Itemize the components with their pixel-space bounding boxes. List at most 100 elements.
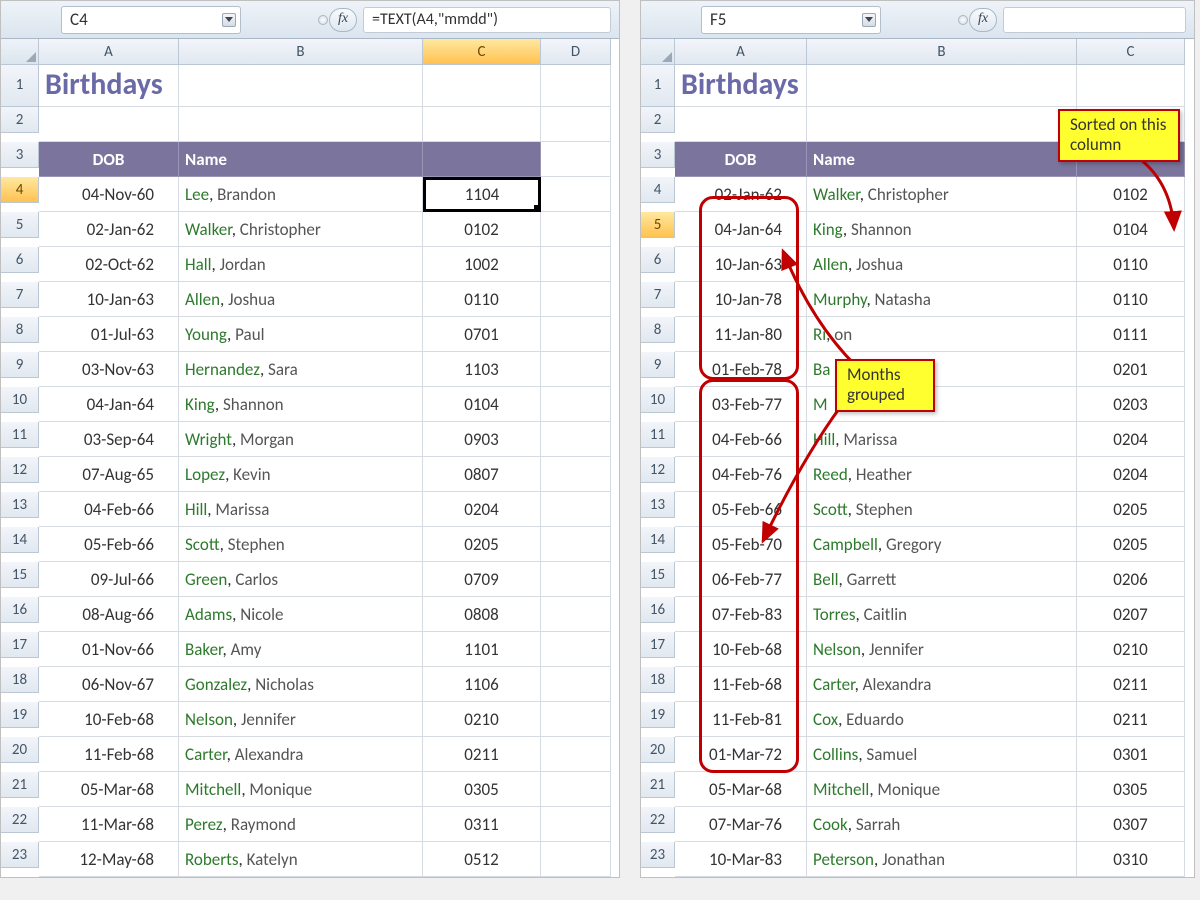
- row-header[interactable]: 17: [641, 632, 675, 658]
- row-header[interactable]: 2: [1, 107, 39, 133]
- formula-input[interactable]: =TEXT(A4,"mmdd"): [363, 7, 611, 33]
- cell[interactable]: [39, 107, 179, 142]
- cell-code[interactable]: 1104: [423, 177, 541, 212]
- row-header[interactable]: 5: [1, 212, 39, 238]
- cell-code[interactable]: 0110: [1077, 247, 1185, 282]
- cell-name[interactable]: Murphy, Natasha: [807, 282, 1077, 317]
- chevron-down-icon[interactable]: [222, 13, 236, 27]
- cell[interactable]: [541, 387, 611, 422]
- cell-dob[interactable]: 06-Feb-77: [675, 562, 807, 597]
- cell[interactable]: [541, 107, 611, 142]
- cell-name[interactable]: Hernandez, Sara: [179, 352, 423, 387]
- row-header[interactable]: 17: [1, 632, 39, 658]
- cell-name[interactable]: Green, Carlos: [179, 562, 423, 597]
- cell-dob[interactable]: 06-Nov-67: [39, 667, 179, 702]
- row-header[interactable]: 11: [1, 422, 39, 448]
- cell-code[interactable]: 1103: [423, 352, 541, 387]
- cell-name[interactable]: Young, Paul: [179, 317, 423, 352]
- cell-code[interactable]: 0903: [423, 422, 541, 457]
- row-header[interactable]: 13: [641, 492, 675, 518]
- row-header[interactable]: 19: [641, 702, 675, 728]
- cell-dob[interactable]: 01-Jul-63: [39, 317, 179, 352]
- cell-code[interactable]: 0701: [423, 317, 541, 352]
- cell-dob[interactable]: 02-Jan-62: [675, 177, 807, 212]
- cell-name[interactable]: Cox, Eduardo: [807, 702, 1077, 737]
- header-dob[interactable]: DOB: [675, 142, 807, 177]
- cell-dob[interactable]: 04-Feb-76: [675, 457, 807, 492]
- cell[interactable]: [541, 352, 611, 387]
- row-header[interactable]: 14: [1, 527, 39, 553]
- row-header[interactable]: 21: [1, 772, 39, 798]
- cell-dob[interactable]: 07-Mar-76: [675, 807, 807, 842]
- row-header[interactable]: 21: [641, 772, 675, 798]
- row-header[interactable]: 3: [1, 142, 39, 168]
- cell-dob[interactable]: 05-Mar-68: [39, 772, 179, 807]
- cell-code[interactable]: 0204: [1077, 422, 1185, 457]
- cell-dob[interactable]: 11-Feb-81: [675, 702, 807, 737]
- cell-name[interactable]: Reed, Heather: [807, 457, 1077, 492]
- cell-code[interactable]: 0204: [1077, 457, 1185, 492]
- row-header[interactable]: 22: [1, 807, 39, 833]
- cell-name[interactable]: Walker, Christopher: [807, 177, 1077, 212]
- cell-code[interactable]: 0210: [1077, 632, 1185, 667]
- cell-name[interactable]: Peterson, Jonathan: [807, 842, 1077, 877]
- cell-code[interactable]: 0110: [1077, 282, 1185, 317]
- cell-name[interactable]: Torres, Caitlin: [807, 597, 1077, 632]
- cell-code[interactable]: 0808: [423, 597, 541, 632]
- cell[interactable]: [541, 562, 611, 597]
- cell[interactable]: [675, 107, 807, 142]
- cell-name[interactable]: Walker, Christopher: [179, 212, 423, 247]
- cell-code[interactable]: 0311: [423, 807, 541, 842]
- cell[interactable]: [541, 492, 611, 527]
- cell-code[interactable]: 0301: [1077, 737, 1185, 772]
- header-code[interactable]: [423, 142, 541, 177]
- cell[interactable]: [807, 107, 1077, 142]
- worksheet-grid[interactable]: ABCD1Birthdays23DOBName404-Nov-60Lee, Br…: [1, 39, 619, 877]
- cell[interactable]: [541, 842, 611, 877]
- cell-code[interactable]: 0305: [423, 772, 541, 807]
- cell-name[interactable]: Carter, Alexandra: [179, 737, 423, 772]
- cell-dob[interactable]: 10-Jan-78: [675, 282, 807, 317]
- row-header[interactable]: 11: [641, 422, 675, 448]
- cell-dob[interactable]: 03-Feb-77: [675, 387, 807, 422]
- cell[interactable]: [541, 142, 611, 177]
- cell-name[interactable]: Baker, Amy: [179, 632, 423, 667]
- cell-name[interactable]: Campbell, Gregory: [807, 527, 1077, 562]
- cell-code[interactable]: 0104: [1077, 212, 1185, 247]
- cell-name[interactable]: Nelson, Jennifer: [179, 702, 423, 737]
- column-header-A[interactable]: A: [39, 39, 179, 65]
- cell-name[interactable]: Hall, Jordan: [179, 247, 423, 282]
- select-all-corner[interactable]: [1, 39, 39, 65]
- row-header[interactable]: 6: [641, 247, 675, 273]
- row-header[interactable]: 5: [641, 212, 675, 238]
- cell-code[interactable]: 1106: [423, 667, 541, 702]
- cell-name[interactable]: King, Shannon: [179, 387, 423, 422]
- cell[interactable]: [179, 65, 423, 107]
- cell-dob[interactable]: 01-Feb-78: [675, 352, 807, 387]
- cell-dob[interactable]: 11-Feb-68: [675, 667, 807, 702]
- row-header[interactable]: 19: [1, 702, 39, 728]
- cell-name[interactable]: Ri, on: [807, 317, 1077, 352]
- cell-name[interactable]: Lee, Brandon: [179, 177, 423, 212]
- row-header[interactable]: 10: [1, 387, 39, 413]
- cell-code[interactable]: 0709: [423, 562, 541, 597]
- cell-code[interactable]: 0211: [423, 737, 541, 772]
- cell-name[interactable]: Gonzalez, Nicholas: [179, 667, 423, 702]
- column-header-B[interactable]: B: [179, 39, 423, 65]
- row-header[interactable]: 7: [641, 282, 675, 308]
- cell-dob[interactable]: 11-Feb-68: [39, 737, 179, 772]
- cell-name[interactable]: Scott, Stephen: [179, 527, 423, 562]
- cell-dob[interactable]: 04-Jan-64: [675, 212, 807, 247]
- cell-dob[interactable]: 11-Jan-80: [675, 317, 807, 352]
- cell-code[interactable]: 0206: [1077, 562, 1185, 597]
- cell-dob[interactable]: 04-Nov-60: [39, 177, 179, 212]
- row-header[interactable]: 16: [1, 597, 39, 623]
- cell-dob[interactable]: 08-Aug-66: [39, 597, 179, 632]
- cell-name[interactable]: Bell, Garrett: [807, 562, 1077, 597]
- cell-code[interactable]: 0203: [1077, 387, 1185, 422]
- row-header[interactable]: 14: [641, 527, 675, 553]
- row-header[interactable]: 13: [1, 492, 39, 518]
- row-header[interactable]: 1: [1, 65, 39, 107]
- cell-name[interactable]: Mitchell, Monique: [179, 772, 423, 807]
- row-header[interactable]: 2: [641, 107, 675, 133]
